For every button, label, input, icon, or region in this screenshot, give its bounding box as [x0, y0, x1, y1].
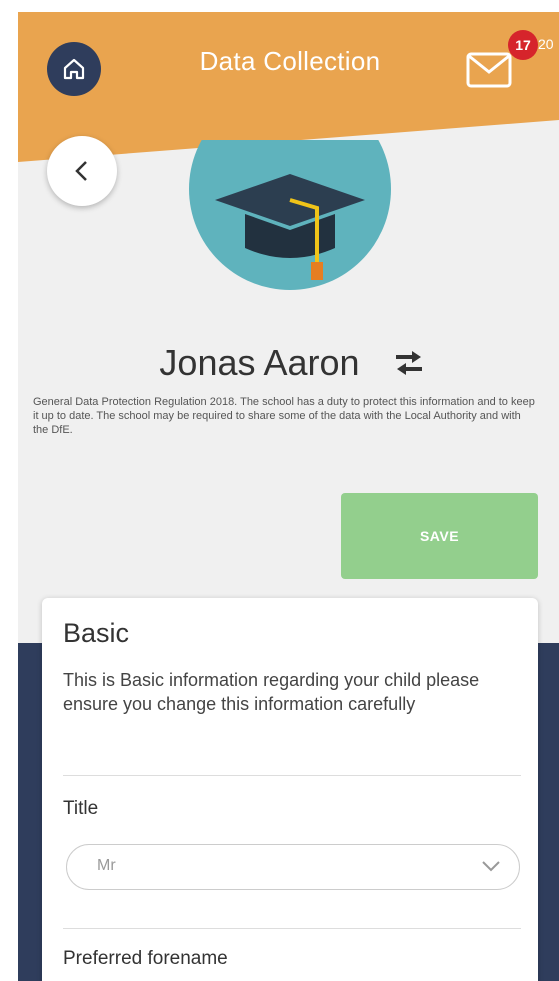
swap-icon[interactable]	[394, 350, 424, 376]
home-icon	[63, 58, 85, 80]
title-select-value: Mr	[97, 857, 116, 874]
messages-button[interactable]	[466, 50, 516, 90]
student-name: Jonas Aaron	[0, 342, 559, 384]
preferred-forename-label: Preferred forename	[63, 948, 228, 969]
title-select[interactable]: Mr	[66, 844, 520, 890]
badge-overflow-text: 20	[538, 36, 554, 52]
back-button[interactable]	[47, 136, 117, 206]
top-edge	[0, 0, 559, 12]
gdpr-notice: General Data Protection Regulation 2018.…	[33, 396, 535, 436]
unread-badge: 17	[508, 30, 538, 60]
chevron-down-icon	[482, 861, 500, 872]
mail-icon	[466, 52, 512, 88]
data-collection-screen: Data Collection 17 20 Jonas Aaron Genera…	[0, 0, 559, 981]
graduation-cap-icon	[215, 174, 365, 280]
home-button[interactable]	[47, 42, 101, 96]
back-chevron-icon	[75, 161, 87, 181]
title-field-label: Title	[63, 798, 99, 819]
left-edge	[0, 0, 18, 981]
divider	[63, 928, 521, 929]
save-button[interactable]: SAVE	[341, 493, 538, 579]
student-name-text: Jonas Aaron	[159, 342, 360, 383]
card-title: Basic	[63, 618, 130, 648]
avatar	[189, 140, 391, 290]
basic-info-card: Basic This is Basic information regardin…	[42, 598, 538, 981]
page-title: Data Collection	[199, 46, 381, 76]
divider	[63, 775, 521, 776]
card-description: This is Basic information regarding your…	[63, 670, 480, 714]
